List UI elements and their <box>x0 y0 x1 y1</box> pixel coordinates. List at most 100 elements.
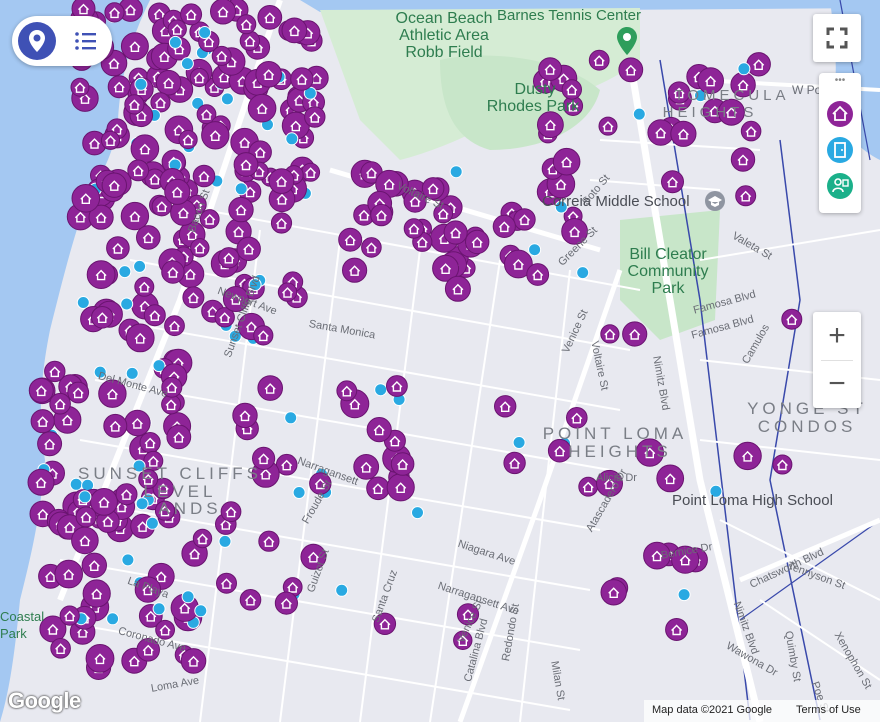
home-marker[interactable] <box>49 392 71 415</box>
home-marker[interactable] <box>258 530 280 552</box>
home-marker[interactable] <box>155 69 182 96</box>
door-marker[interactable] <box>133 259 147 273</box>
home-marker[interactable] <box>233 152 259 177</box>
door-marker[interactable] <box>335 583 349 597</box>
home-marker[interactable] <box>50 637 71 659</box>
zoom-out-button[interactable]: − <box>813 362 861 406</box>
home-marker[interactable] <box>665 618 689 641</box>
home-marker[interactable] <box>124 409 151 437</box>
home-marker[interactable] <box>361 237 382 258</box>
home-marker[interactable] <box>67 381 90 404</box>
home-marker[interactable] <box>730 147 756 172</box>
home-marker[interactable] <box>247 93 277 123</box>
home-marker[interactable] <box>342 257 368 283</box>
home-layer-button[interactable] <box>825 99 855 129</box>
zoom-in-button[interactable]: + <box>813 314 861 358</box>
home-marker[interactable] <box>253 325 274 346</box>
home-marker[interactable] <box>103 413 128 438</box>
home-marker[interactable] <box>178 129 198 150</box>
home-marker[interactable] <box>537 111 564 139</box>
home-marker[interactable] <box>91 305 114 329</box>
home-marker[interactable] <box>494 395 517 418</box>
home-marker[interactable] <box>270 212 293 234</box>
home-marker[interactable] <box>201 121 230 150</box>
home-marker[interactable] <box>740 120 762 142</box>
home-marker[interactable] <box>125 323 155 353</box>
door-marker[interactable] <box>292 486 306 499</box>
home-marker[interactable] <box>27 468 55 496</box>
home-marker[interactable] <box>37 431 63 457</box>
door-marker[interactable] <box>194 604 208 618</box>
home-marker[interactable] <box>236 14 257 35</box>
home-marker[interactable] <box>239 30 261 51</box>
home-marker[interactable] <box>513 208 536 231</box>
home-marker[interactable] <box>274 591 298 615</box>
home-marker[interactable] <box>127 159 150 182</box>
door-marker[interactable] <box>528 243 542 257</box>
home-marker[interactable] <box>81 552 108 578</box>
home-marker[interactable] <box>190 238 210 258</box>
home-marker[interactable] <box>304 106 326 128</box>
home-marker[interactable] <box>75 506 97 528</box>
home-marker[interactable] <box>733 441 762 471</box>
home-marker[interactable] <box>492 214 516 238</box>
door-marker[interactable] <box>285 132 299 146</box>
home-marker[interactable] <box>390 452 415 476</box>
home-marker[interactable] <box>166 424 192 450</box>
door-marker[interactable] <box>512 436 526 449</box>
home-marker[interactable] <box>180 648 207 674</box>
home-marker[interactable] <box>139 432 161 454</box>
home-marker[interactable] <box>277 282 298 302</box>
door-marker[interactable] <box>121 553 135 567</box>
home-marker[interactable] <box>30 409 55 434</box>
door-marker[interactable] <box>411 506 424 520</box>
home-marker[interactable] <box>444 275 471 302</box>
door-marker[interactable] <box>106 612 120 626</box>
door-marker[interactable] <box>234 182 248 196</box>
home-marker[interactable] <box>772 454 793 475</box>
home-marker[interactable] <box>647 119 675 146</box>
home-marker[interactable] <box>143 304 166 327</box>
map-canvas[interactable]: Ocean Beach Athletic Area Robb Field Bar… <box>0 0 880 722</box>
home-marker[interactable] <box>106 236 130 260</box>
view-toggle[interactable] <box>12 16 112 66</box>
home-marker[interactable] <box>59 605 80 626</box>
home-marker[interactable] <box>526 263 550 286</box>
home-marker[interactable] <box>82 579 111 608</box>
home-marker[interactable] <box>281 17 308 44</box>
list-view-button[interactable] <box>72 28 100 54</box>
home-marker[interactable] <box>189 67 209 88</box>
door-marker[interactable] <box>677 588 691 602</box>
door-layer-button[interactable] <box>825 135 855 165</box>
home-marker[interactable] <box>618 57 644 83</box>
home-marker[interactable] <box>107 75 131 99</box>
home-marker[interactable] <box>290 67 314 91</box>
home-marker[interactable] <box>661 170 684 194</box>
door-marker[interactable] <box>737 62 751 76</box>
home-marker[interactable] <box>781 308 803 330</box>
home-marker[interactable] <box>192 164 216 188</box>
home-marker[interactable] <box>136 225 161 250</box>
home-marker[interactable] <box>578 476 599 497</box>
home-marker[interactable] <box>130 134 160 163</box>
home-marker[interactable] <box>588 49 610 71</box>
door-marker[interactable] <box>218 534 232 548</box>
home-marker[interactable] <box>336 380 358 402</box>
home-marker[interactable] <box>164 315 185 337</box>
home-marker[interactable] <box>366 476 390 501</box>
home-marker[interactable] <box>44 360 66 383</box>
home-marker[interactable] <box>70 77 90 97</box>
home-marker[interactable] <box>503 451 526 475</box>
home-marker[interactable] <box>232 402 258 429</box>
home-marker[interactable] <box>255 61 283 88</box>
door-marker[interactable] <box>78 490 92 504</box>
door-marker[interactable] <box>449 165 463 179</box>
home-marker[interactable] <box>100 130 121 150</box>
home-marker[interactable] <box>600 324 620 344</box>
home-marker[interactable] <box>182 286 205 309</box>
home-marker[interactable] <box>101 172 128 198</box>
home-marker[interactable] <box>86 260 116 290</box>
home-marker[interactable] <box>301 162 321 182</box>
home-marker[interactable] <box>211 45 232 66</box>
door-marker[interactable] <box>576 266 590 280</box>
